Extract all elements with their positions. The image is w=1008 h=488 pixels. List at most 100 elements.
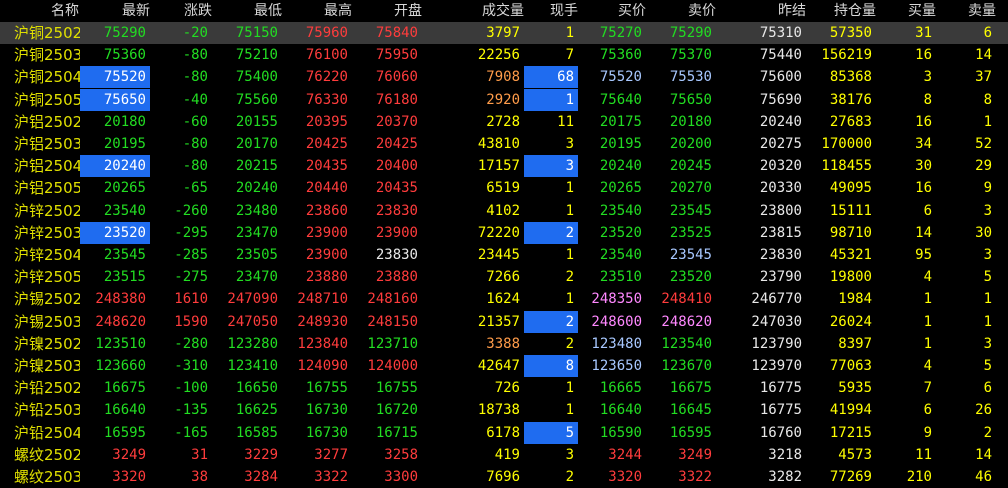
cell-prev-settle: 16760 <box>759 424 802 441</box>
cell-name: 沪铝2505 <box>14 179 80 198</box>
cell-volume: 6519 <box>486 180 520 197</box>
cell-open: 23900 <box>375 224 418 241</box>
cell-bid: 75640 <box>599 91 642 108</box>
cell-open: 3258 <box>384 446 418 463</box>
cell-bid: 20240 <box>599 158 642 175</box>
cell-bid: 75520 <box>599 69 642 86</box>
header-current-hand[interactable]: 现手 <box>524 0 578 22</box>
cell-prev-settle: 123790 <box>751 335 802 352</box>
cell-high: 23900 <box>305 224 348 241</box>
cell-open-interest: 156219 <box>821 47 872 64</box>
cell-change: 31 <box>191 446 208 463</box>
table-row[interactable]: 沪铅2502 16675 -100 16650 16755 16755 726 1 16665 1… <box>0 377 1008 399</box>
cell-high: 23900 <box>305 247 348 263</box>
table-row[interactable]: 沪铅2504 16595 -165 16585 16730 16715 6178 5 16590… <box>0 421 1008 444</box>
header-ask-qty[interactable]: 卖量 <box>936 0 996 22</box>
table-row[interactable]: 沪铝2502 20180 -60 20155 20395 20370 2728 11 20175… <box>0 111 1008 133</box>
table-row[interactable]: 沪铜2504 75520 -80 75400 76220 76060 7908 68 75520… <box>0 66 1008 89</box>
header-ask[interactable]: 卖价 <box>646 0 716 22</box>
cell-ask: 23545 <box>669 247 712 263</box>
cell-open: 76060 <box>375 69 418 86</box>
table-row[interactable]: 沪锌2503 23520 -295 23470 23900 23900 72220 2 2352… <box>0 221 1008 244</box>
cell-name: 沪锡2502 <box>14 290 80 309</box>
header-low[interactable]: 最低 <box>212 0 282 22</box>
cell-change: -285 <box>174 247 208 263</box>
cell-volume: 21357 <box>477 313 520 330</box>
cell-high: 16755 <box>305 380 348 397</box>
table-row[interactable]: 螺纹2502 3249 31 3229 3277 3258 419 3 3244 3249 3218… <box>0 444 1008 466</box>
header-open-interest[interactable]: 持仓量 <box>806 0 876 22</box>
table-row[interactable]: 沪铜2503 75360 -80 75210 76100 75950 22256 7 75360… <box>0 44 1008 66</box>
cell-current-hand: 2 <box>565 269 574 286</box>
table-row[interactable]: 沪锌2502 23540 -260 23480 23860 23830 4102 1 23540… <box>0 200 1008 222</box>
cell-open: 23830 <box>375 247 418 263</box>
cell-low: 16625 <box>235 402 278 419</box>
header-last[interactable]: 最新 <box>80 0 150 22</box>
table-row[interactable]: 沪铜2502 75290 -20 75150 75960 75840 3797 1 75270 7… <box>0 22 1008 44</box>
header-change[interactable]: 涨跌 <box>150 0 212 22</box>
cell-last: 20180 <box>103 113 146 130</box>
cell-bid: 20265 <box>599 180 642 197</box>
cell-name: 沪铜2504 <box>14 68 80 87</box>
cell-low: 23470 <box>235 269 278 286</box>
cell-ask: 16645 <box>669 402 712 419</box>
cell-name: 沪锡2503 <box>14 312 80 331</box>
cell-ask-qty: 3 <box>983 247 992 263</box>
table-row[interactable]: 沪锌2504 23545 -285 23505 23900 23830 23445 1 2354… <box>0 244 1008 266</box>
header-prev-settle[interactable]: 昨结 <box>730 0 806 22</box>
table-row[interactable]: 沪铝2503 20195 -80 20170 20425 20425 43810 3 20195… <box>0 133 1008 155</box>
cell-high: 3277 <box>314 446 348 463</box>
cell-bid-qty: 6 <box>923 202 932 219</box>
header-bid[interactable]: 买价 <box>578 0 646 22</box>
cell-ask-qty: 9 <box>983 180 992 197</box>
cell-ask: 23525 <box>669 224 712 241</box>
cell-open: 75950 <box>375 47 418 64</box>
cell-prev-settle: 75600 <box>759 69 802 86</box>
cell-high: 20440 <box>305 180 348 197</box>
cell-open: 20425 <box>375 136 418 152</box>
cell-high: 124090 <box>297 358 348 374</box>
cell-change: -135 <box>174 402 208 419</box>
cell-ask: 16675 <box>669 380 712 397</box>
cell-current-hand: 3 <box>565 136 574 152</box>
cell-bid: 248350 <box>591 291 642 308</box>
cell-current-hand: 2 <box>524 221 578 244</box>
cell-prev-settle: 23830 <box>759 247 802 263</box>
table-row[interactable]: 沪锡2502 248380 1610 247090 248710 248160 1624 1 2… <box>0 288 1008 310</box>
cell-high: 16730 <box>305 424 348 441</box>
cell-low: 247090 <box>227 291 278 308</box>
table-row[interactable]: 沪镍2503 123660 -310 123410 124090 124000 42647 8… <box>0 355 1008 377</box>
cell-current-hand: 1 <box>565 247 574 263</box>
table-row[interactable]: 沪铅2503 16640 -135 16625 16730 16720 18738 1 1664… <box>0 399 1008 421</box>
cell-ask-qty: 6 <box>983 380 992 397</box>
header-volume[interactable]: 成交量 <box>450 0 524 22</box>
cell-high: 23880 <box>305 269 348 286</box>
cell-open: 123710 <box>367 335 418 352</box>
cell-prev-settle: 20275 <box>759 136 802 152</box>
cell-ask: 20180 <box>669 113 712 130</box>
cell-ask: 20200 <box>669 136 712 152</box>
cell-last: 248380 <box>95 291 146 308</box>
cell-volume: 22256 <box>477 47 520 64</box>
table-row[interactable]: 沪铝2505 20265 -65 20240 20440 20435 6519 1 20265 2… <box>0 177 1008 199</box>
cell-ask-qty: 2 <box>983 424 992 441</box>
cell-name: 沪锌2503 <box>14 223 80 242</box>
cell-change: -60 <box>182 113 208 130</box>
header-high[interactable]: 最高 <box>282 0 352 22</box>
cell-open-interest: 1984 <box>838 291 872 308</box>
table-row[interactable]: 沪铝2504 20240 -80 20215 20435 20400 17157 3 20240… <box>0 155 1008 178</box>
cell-volume: 3388 <box>486 335 520 352</box>
cell-low: 75210 <box>235 47 278 64</box>
header-bid-qty[interactable]: 买量 <box>876 0 936 22</box>
cell-high: 16730 <box>305 402 348 419</box>
table-row[interactable]: 沪锡2503 248620 1590 247050 248930 248150 21357 2… <box>0 310 1008 333</box>
cell-volume: 7266 <box>486 269 520 286</box>
table-row[interactable]: 沪铜2505 75650 -40 75560 76330 76180 2920 1 75640 7… <box>0 88 1008 111</box>
table-row[interactable]: 沪锌2505 23515 -275 23470 23880 23880 7266 2 23510… <box>0 266 1008 288</box>
cell-open: 248150 <box>367 313 418 330</box>
cell-change: -40 <box>182 91 208 108</box>
table-row[interactable]: 沪镍2502 123510 -280 123280 123840 123710 3388 2 1… <box>0 333 1008 355</box>
cell-prev-settle: 75440 <box>759 47 802 64</box>
header-open[interactable]: 开盘 <box>352 0 422 22</box>
cell-last: 248620 <box>95 313 146 330</box>
